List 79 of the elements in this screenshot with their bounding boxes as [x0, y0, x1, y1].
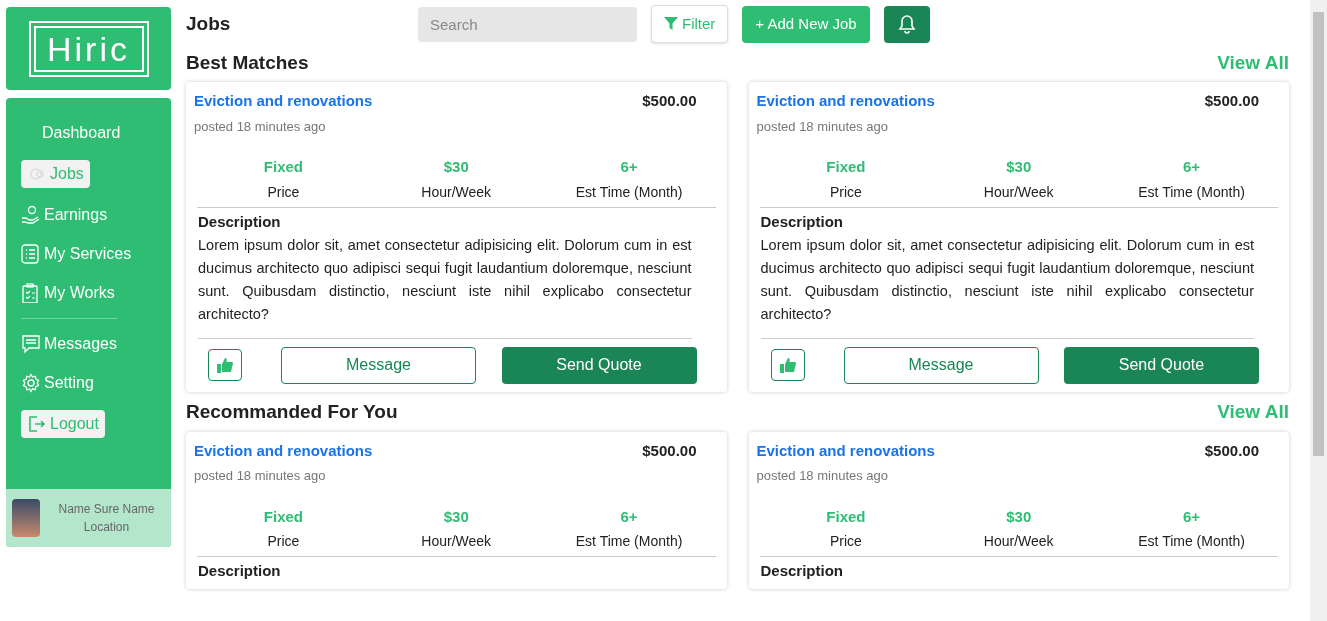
stat-label: Hour/Week — [982, 532, 1055, 551]
stat-label: Hour/Week — [420, 182, 493, 202]
section-title: Best Matches — [186, 50, 309, 75]
stat-value: Fixed — [825, 157, 867, 177]
sidebar-item[interactable]: Jobs — [21, 160, 90, 188]
send-quote-button[interactable]: Send Quote — [1064, 346, 1259, 384]
sidebar-item[interactable]: Setting — [21, 371, 94, 395]
stat-label: Price — [828, 532, 863, 551]
like-button[interactable] — [208, 349, 242, 381]
clipboard-icon — [21, 283, 41, 303]
profile-location: Location — [82, 519, 131, 536]
settings-icon — [21, 373, 41, 393]
stat-value: 6+ — [1182, 157, 1202, 177]
sidebar-item[interactable]: My Services — [21, 242, 132, 266]
scrollbar[interactable] — [1310, 0, 1327, 621]
stat-value: $30 — [1005, 157, 1033, 177]
add-job-button[interactable]: + Add New Job — [742, 5, 870, 43]
avatar-placeholder — [12, 499, 40, 537]
job-title-link[interactable]: Eviction and renovations — [194, 439, 373, 462]
section-title: Recommanded For You — [186, 400, 398, 425]
chat-icon — [21, 334, 41, 354]
sidebar-item[interactable]: Dashboard — [21, 121, 121, 145]
bell-icon — [897, 14, 916, 34]
job-price: $500.00 — [1204, 440, 1259, 461]
logout-button[interactable]: Logout — [21, 410, 105, 438]
posted-time: posted 18 minutes ago — [756, 467, 890, 485]
stat-label: Hour/Week — [420, 532, 493, 551]
sidebar-item[interactable]: My Works — [21, 281, 115, 305]
sidebar-item[interactable]: Earnings — [21, 203, 108, 227]
filter-button[interactable]: Filter — [651, 5, 729, 43]
posted-time: posted 18 minutes ago — [194, 117, 327, 136]
message-button[interactable]: Message — [843, 346, 1039, 384]
stat-value: 6+ — [1182, 506, 1202, 527]
job-price: $500.00 — [1204, 91, 1259, 111]
description-heading: Description — [198, 211, 282, 232]
list-icon — [21, 244, 41, 264]
like-button[interactable] — [770, 349, 805, 381]
description-heading: Description — [760, 211, 844, 232]
stat-value: $30 — [442, 506, 470, 527]
sidebar-item[interactable]: Messages — [21, 332, 117, 356]
job-title-link[interactable]: Eviction and renovations — [756, 439, 935, 462]
posted-time: posted 18 minutes ago — [194, 467, 327, 485]
stat-label: Price — [828, 182, 863, 202]
search-field[interactable]: Search — [418, 6, 637, 42]
stat-value: Fixed — [262, 506, 304, 527]
posted-time: posted 18 minutes ago — [756, 117, 890, 136]
stat-label: Est Time (Month) — [574, 532, 684, 551]
job-title-link[interactable]: Eviction and renovations — [194, 90, 373, 113]
job-title-link[interactable]: Eviction and renovations — [756, 90, 935, 113]
thumbs-up-icon — [217, 357, 233, 373]
send-quote-button[interactable]: Send Quote — [501, 346, 697, 384]
notification-button[interactable] — [883, 5, 930, 43]
stat-label: Est Time (Month) — [1137, 532, 1246, 551]
stat-value: $30 — [442, 157, 470, 177]
stat-value: Fixed — [262, 157, 304, 177]
stat-label: Price — [266, 182, 301, 202]
view-all-link[interactable]: View All — [1217, 48, 1289, 78]
stat-label: Price — [266, 532, 301, 551]
stat-value: $30 — [1005, 506, 1033, 527]
stat-label: Est Time (Month) — [574, 182, 684, 202]
stat-label: Est Time (Month) — [1137, 182, 1246, 202]
message-button[interactable]: Message — [281, 346, 476, 384]
profile-name: Name Sure Name — [57, 501, 156, 518]
logout-icon — [27, 414, 47, 434]
stat-value: Fixed — [825, 506, 867, 527]
description-heading: Description — [760, 561, 844, 581]
description-text: Lorem ipsum dolor sit, amet consectetur adipisicing elit. Dolorum cum in est ducimus architecto quo adipisci sequi fugit laudantium doloremque, nesciunt sunt. Quibusdam distinctio, nesciunt iste nihil explicabo consectetur architecto? — [760, 233, 1254, 339]
stat-value: 6+ — [619, 157, 639, 177]
description-heading: Description — [198, 561, 282, 581]
page-title: Jobs — [186, 11, 232, 36]
thumbs-up-icon — [779, 357, 796, 373]
stat-value: 6+ — [619, 506, 639, 527]
logo-text: Hiric — [47, 31, 130, 66]
stat-label: Hour/Week — [982, 182, 1055, 202]
filter-icon — [664, 17, 678, 31]
description-text: Lorem ipsum dolor sit, amet consectetur adipisicing elit. Dolorum cum in est ducimus architecto quo adipisci sequi fugit laudantium doloremque, nesciunt sunt. Quibusdam distinctio, nesciunt iste nihil explicabo consectetur architecto? — [198, 233, 692, 339]
job-price: $500.00 — [642, 440, 697, 461]
view-all-link[interactable]: View All — [1217, 398, 1289, 427]
job-price: $500.00 — [642, 91, 697, 111]
